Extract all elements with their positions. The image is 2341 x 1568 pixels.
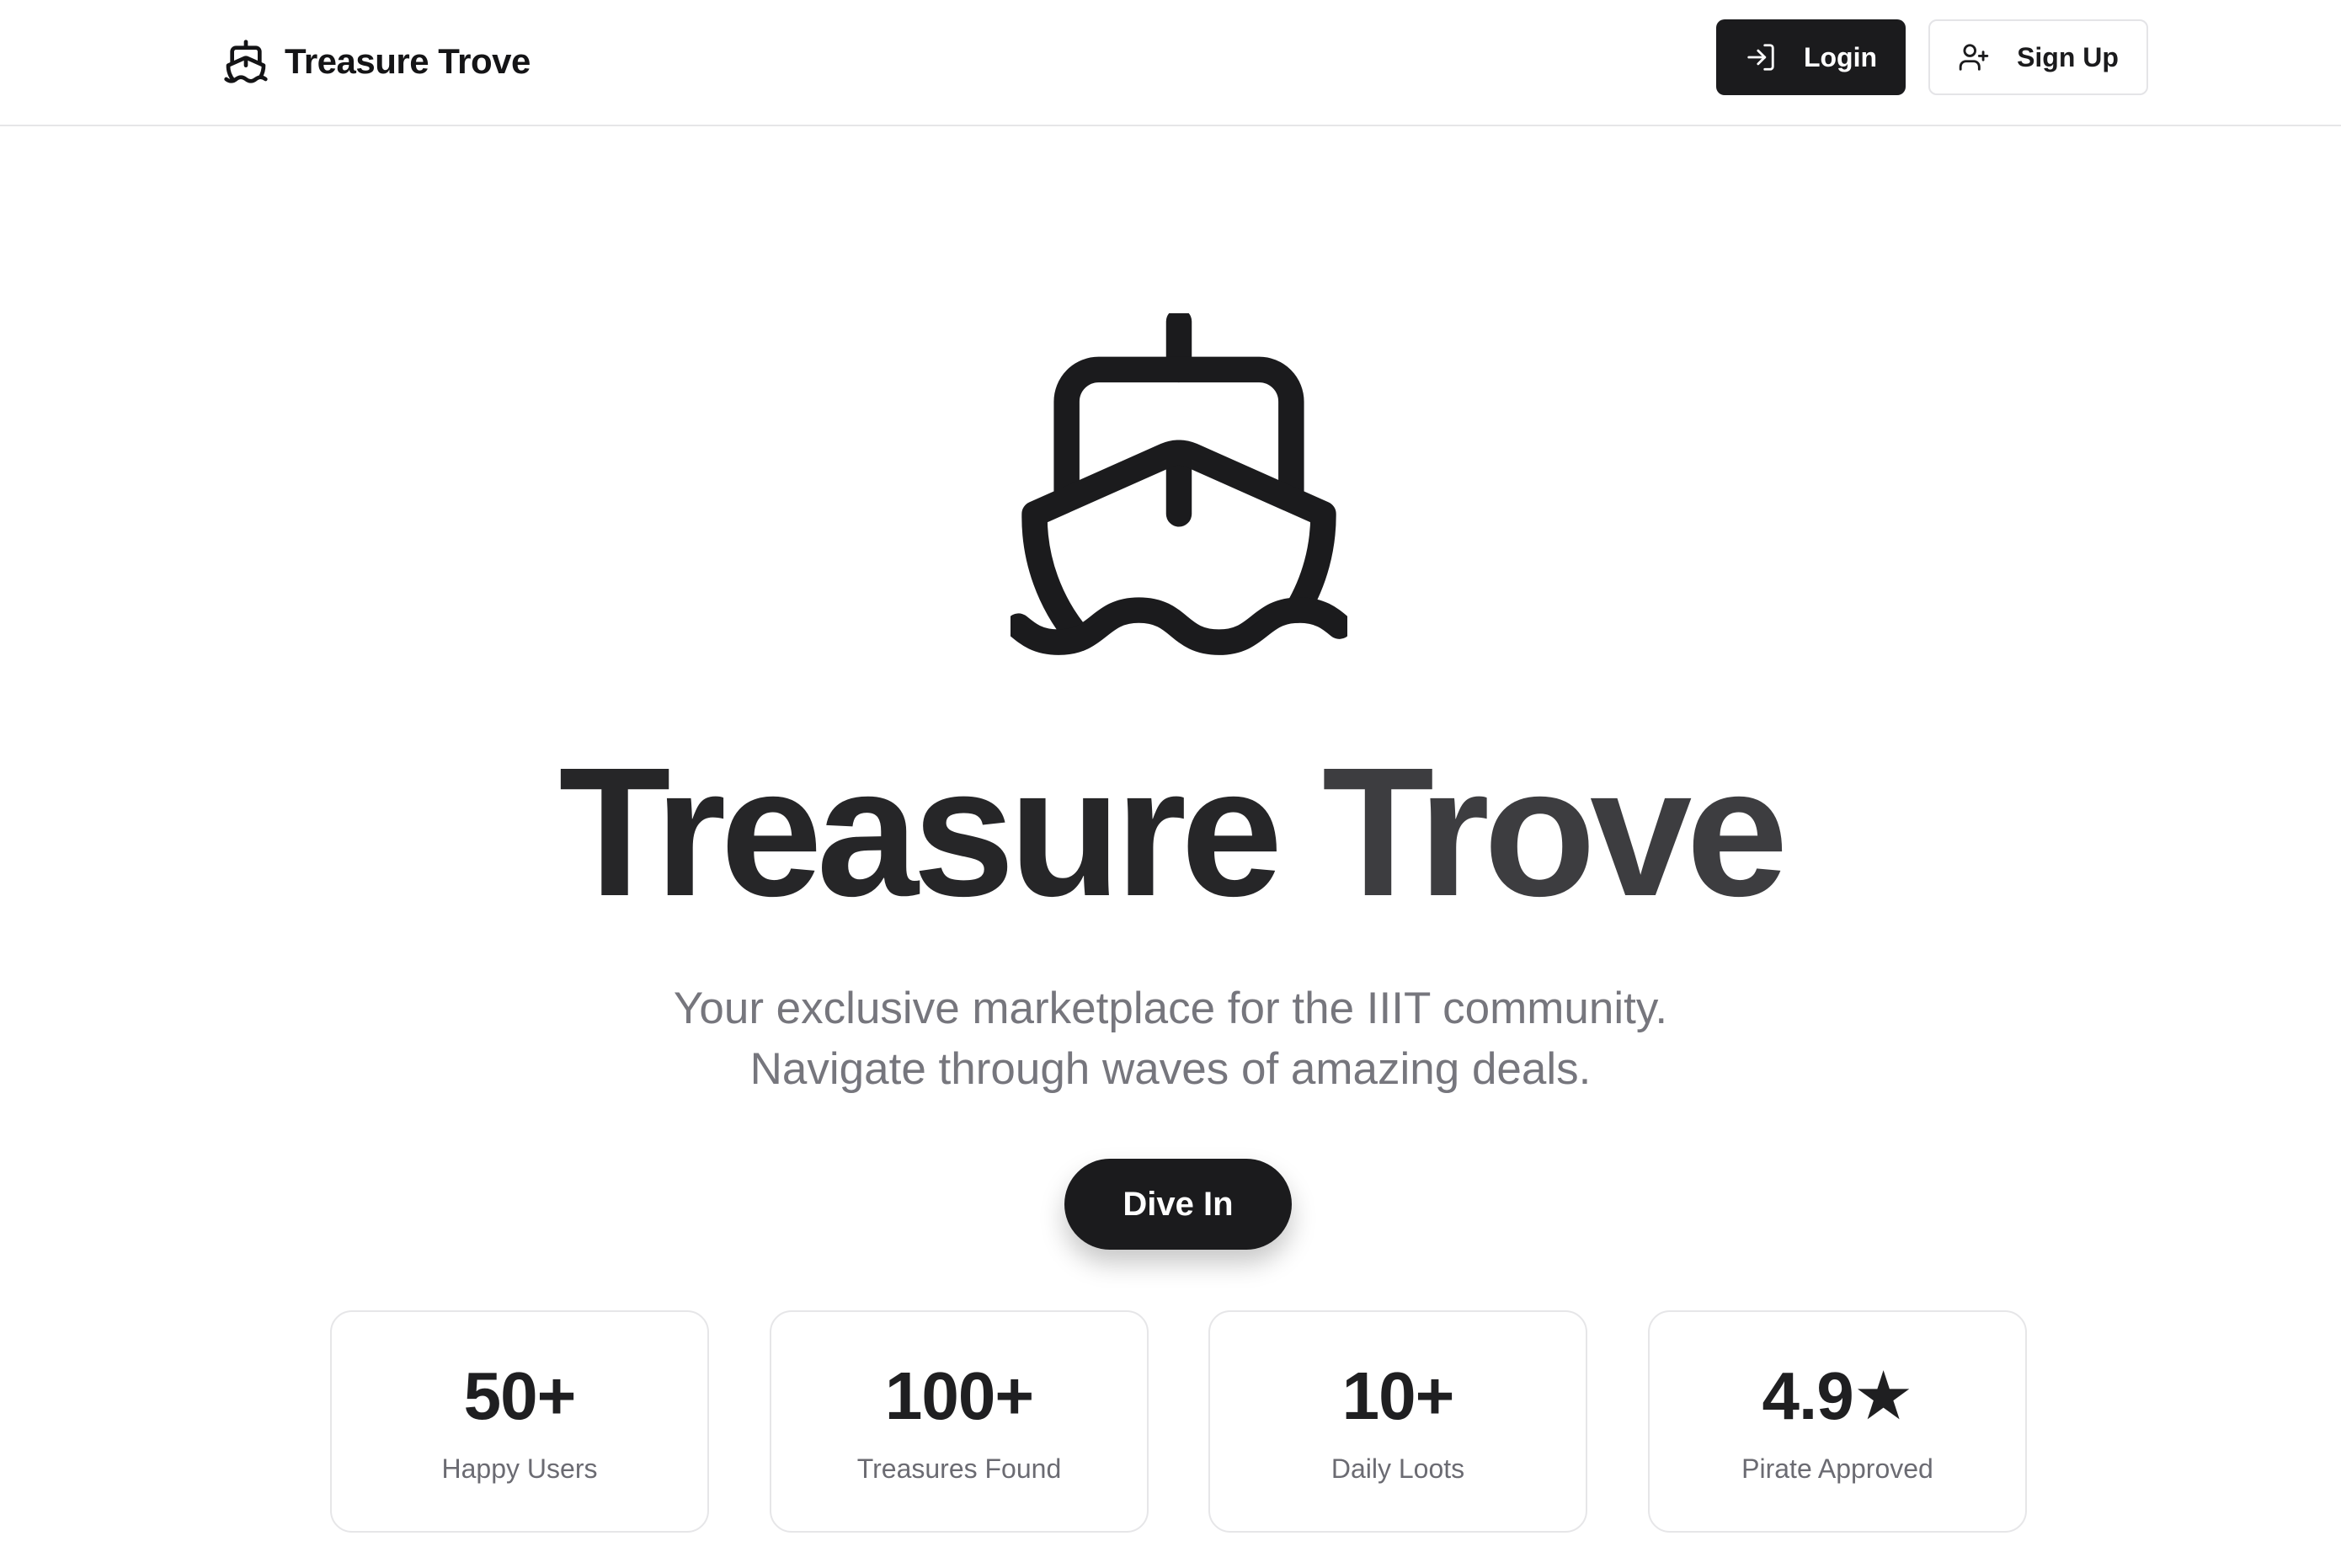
ship-icon — [1011, 313, 1347, 655]
stat-card-daily-loots: 10+ Daily Loots — [1208, 1310, 1587, 1533]
signup-label: Sign Up — [2017, 41, 2119, 72]
signup-button[interactable]: Sign Up — [1928, 19, 2148, 95]
stat-label: Treasures Found — [856, 1453, 1062, 1484]
stat-value: 4.9★ — [1762, 1358, 1914, 1433]
hero-subtitle: Your exclusive marketplace for the IIIT … — [0, 979, 2341, 1100]
log-in-icon — [1747, 44, 1774, 71]
hero-subtitle-line-1: Your exclusive marketplace for the IIIT … — [673, 984, 1668, 1033]
ship-icon — [224, 40, 268, 83]
stat-value: 10+ — [1341, 1358, 1455, 1433]
user-plus-icon — [1959, 44, 1989, 71]
hero-subtitle-line-2: Navigate through waves of amazing deals. — [749, 1044, 1592, 1094]
stat-card-pirate-approved: 4.9★ Pirate Approved — [1648, 1310, 2027, 1533]
stat-label: Happy Users — [441, 1453, 598, 1484]
stat-label: Daily Loots — [1330, 1453, 1465, 1484]
hero-title: Treasure Trove — [0, 741, 2341, 925]
brand-title: Treasure Trove — [285, 41, 531, 81]
stat-card-happy-users: 50+ Happy Users — [330, 1310, 709, 1533]
hero-title-word-2: Trove — [1321, 730, 1789, 935]
stat-card-treasures-found: 100+ Treasures Found — [770, 1310, 1149, 1533]
login-label: Login — [1803, 41, 1878, 72]
dive-in-button[interactable]: Dive In — [1064, 1159, 1292, 1250]
stat-value: 50+ — [463, 1358, 577, 1433]
login-button[interactable]: Login — [1716, 19, 1906, 95]
hero-title-word-1: Treasure — [558, 730, 1282, 935]
stat-value: 100+ — [884, 1358, 1034, 1433]
stat-label: Pirate Approved — [1741, 1453, 1933, 1484]
top-navbar: Treasure Trove Login Sign Up — [0, 0, 2341, 126]
brand-logo-link[interactable]: Treasure Trove — [222, 34, 531, 89]
